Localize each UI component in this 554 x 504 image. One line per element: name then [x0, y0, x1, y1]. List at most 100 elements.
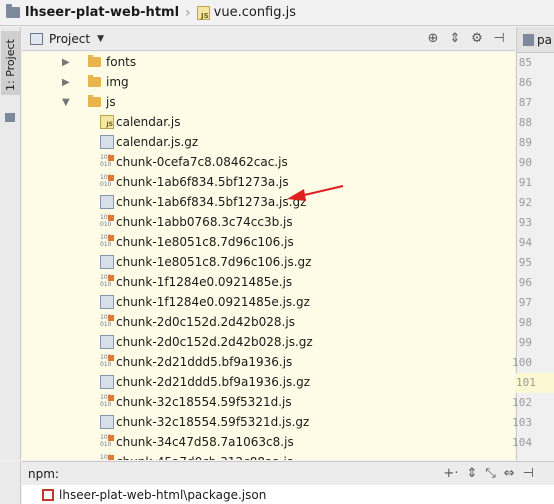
line-number: 99: [518, 336, 532, 349]
npm-panel-header: npm: +· ⇕ ⤡ ⇔ ⊣: [22, 461, 554, 485]
chevron-down-icon[interactable]: ▼: [97, 34, 104, 44]
npm-package-icon: [42, 488, 54, 501]
crosshair-icon[interactable]: ⊕: [425, 31, 441, 46]
js-file-icon: JS: [196, 5, 210, 20]
hide-icon[interactable]: ⊣: [491, 31, 507, 46]
line-number: 88: [518, 116, 532, 129]
tree-file-row[interactable]: chunk-34c47d58.7a1063c8.js: [100, 432, 294, 452]
project-panel-header: Project ▼ ⊕ ⇕ ⚙ ⊣: [22, 27, 515, 51]
tree-file-row[interactable]: chunk-2d21ddd5.bf9a1936.js.gz: [100, 372, 310, 392]
binary-file-icon: [100, 355, 114, 369]
tree-file-label: chunk-2d0c152d.2d42b028.js.gz: [116, 335, 313, 349]
npm-label: npm:: [28, 466, 59, 481]
line-number: 96: [518, 276, 532, 289]
binary-file-icon: [100, 395, 114, 409]
tree-file-row[interactable]: chunk-2d0c152d.2d42b028.js.gz: [100, 332, 313, 352]
tree-file-row[interactable]: chunk-1f1284e0.0921485e.js: [100, 272, 292, 292]
panel-title[interactable]: Project: [49, 32, 90, 46]
file-icon: [523, 33, 534, 46]
project-icon: [30, 32, 43, 45]
archive-file-icon: [100, 375, 114, 389]
tree-file-label: chunk-2d0c152d.2d42b028.js: [116, 315, 295, 329]
breadcrumb-project[interactable]: lhseer-plat-web-html: [25, 5, 179, 20]
tree-folder-img[interactable]: ▶ img: [62, 72, 129, 92]
tree-folder-label: fonts: [106, 55, 137, 69]
tree-file-row[interactable]: chunk-32c18554.59f5321d.js: [100, 392, 292, 412]
tree-file-label: chunk-1f1284e0.0921485e.js: [116, 275, 293, 289]
binary-file-icon: [100, 435, 114, 449]
line-number: 89: [518, 136, 532, 149]
binary-file-icon: [100, 455, 114, 460]
tree-file-label: chunk-1abb0768.3c74cc3b.js: [116, 215, 293, 229]
line-number: 104: [512, 436, 532, 449]
line-number: 101: [516, 373, 554, 393]
breadcrumb: lhseer-plat-web-html › JS vue.config.js: [0, 0, 554, 26]
tree-file-row[interactable]: chunk-1e8051c8.7d96c106.js.gz: [100, 252, 311, 272]
tree-file-row[interactable]: chunk-1f1284e0.0921485e.js.gz: [100, 292, 310, 312]
collapse-icon[interactable]: ⇔: [504, 466, 515, 481]
line-number: 90: [518, 156, 532, 169]
project-tree: ▶ fonts ▶ img ▼ jscalendar.js calendar.js.gz ch…: [22, 52, 515, 460]
expand-icon[interactable]: ⇕: [466, 466, 477, 481]
tree-folder-label: js: [106, 95, 116, 109]
binary-file-icon: [100, 215, 114, 229]
npm-tree-item[interactable]: lhseer-plat-web-html\package.json: [22, 485, 554, 504]
bottom-strip: [0, 485, 21, 504]
tree-file-label: chunk-34c47d58.7a1063c8.js: [116, 435, 294, 449]
editor-tab[interactable]: pa: [517, 27, 554, 53]
tree-folder-js[interactable]: ▼ js: [62, 92, 116, 112]
tree-file-row[interactable]: chunk-32c18554.59f5321d.js.gz: [100, 412, 309, 432]
binary-file-icon: [100, 275, 114, 289]
line-number: 102: [512, 396, 532, 409]
chevron-right-icon[interactable]: ▶: [62, 57, 72, 68]
tree-file-row[interactable]: chunk-2d21ddd5.bf9a1936.js: [100, 352, 292, 372]
line-number: 100: [512, 356, 532, 369]
archive-file-icon: [100, 415, 114, 429]
tree-file-row[interactable]: chunk-1ab6f834.5bf1273a.js.gz: [100, 192, 306, 212]
run-icon[interactable]: ⤡: [485, 466, 495, 481]
tree-file-row[interactable]: calendar.js: [100, 112, 180, 132]
archive-file-icon: [100, 255, 114, 269]
hide-icon[interactable]: ⊣: [523, 466, 534, 481]
tree-file-label: chunk-45a7d0cb.312c88aa.js: [116, 455, 293, 460]
tree-file-label: chunk-2d21ddd5.bf9a1936.js.gz: [116, 375, 311, 389]
tree-file-label: calendar.js: [116, 115, 181, 129]
breadcrumb-file[interactable]: vue.config.js: [214, 5, 296, 20]
line-number: 93: [518, 216, 532, 229]
tree-file-row[interactable]: chunk-1e8051c8.7d96c106.js: [100, 232, 294, 252]
project-tool-tab[interactable]: 1: Project: [1, 31, 20, 95]
line-number: 97: [518, 296, 532, 309]
tree-folder-fonts[interactable]: ▶ fonts: [62, 52, 137, 72]
tree-file-label: chunk-2d21ddd5.bf9a1936.js: [116, 355, 293, 369]
tree-file-row[interactable]: chunk-1ab6f834.5bf1273a.js: [100, 172, 289, 192]
chevron-down-icon[interactable]: ▼: [62, 97, 72, 108]
tree-file-row[interactable]: calendar.js.gz: [100, 132, 198, 152]
tree-file-row[interactable]: chunk-2d0c152d.2d42b028.js: [100, 312, 295, 332]
folder-icon: [88, 75, 101, 87]
tree-file-label: calendar.js.gz: [116, 135, 199, 149]
line-number: 92: [518, 196, 532, 209]
line-number: 86: [518, 76, 532, 89]
gear-icon[interactable]: ⚙: [469, 31, 485, 46]
add-icon[interactable]: +·: [443, 466, 458, 481]
tree-file-row[interactable]: chunk-45a7d0cb.312c88aa.js: [100, 452, 293, 460]
line-number: 85: [518, 56, 532, 69]
tree-file-label: chunk-1e8051c8.7d96c106.js.gz: [116, 255, 312, 269]
tree-file-label: chunk-1e8051c8.7d96c106.js: [116, 235, 294, 249]
structure-icon[interactable]: [5, 113, 15, 122]
npm-strip: [0, 461, 21, 485]
tree-file-row[interactable]: chunk-0cefa7c8.08462cac.js: [100, 152, 288, 172]
line-number: 94: [518, 236, 532, 249]
collapse-icon[interactable]: ⇕: [447, 31, 463, 46]
chevron-right-icon[interactable]: ▶: [62, 77, 72, 88]
tree-folder-label: img: [106, 75, 129, 89]
line-number: 103: [512, 416, 532, 429]
tree-file-label: chunk-32c18554.59f5321d.js.gz: [116, 415, 310, 429]
binary-file-icon: [100, 155, 114, 169]
tool-window-strip: 1: Project: [0, 27, 21, 460]
project-tool-label: 1: Project: [4, 39, 17, 91]
tree-file-label: chunk-0cefa7c8.08462cac.js: [116, 155, 288, 169]
tree-file-row[interactable]: chunk-1abb0768.3c74cc3b.js: [100, 212, 293, 232]
editor-tab-label: pa: [537, 32, 552, 47]
archive-file-icon: [100, 335, 114, 349]
